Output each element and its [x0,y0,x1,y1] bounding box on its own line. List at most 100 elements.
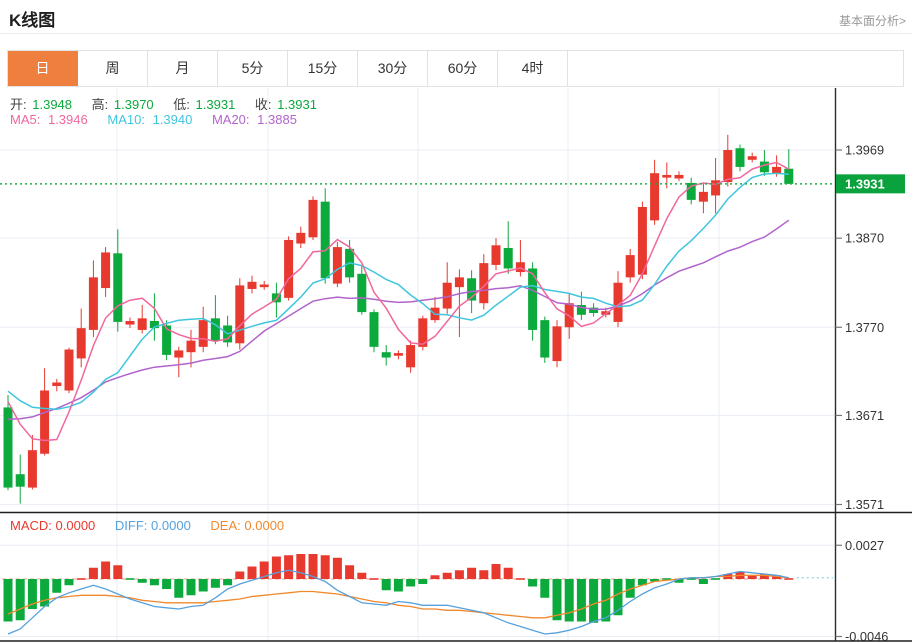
open-value: 1.3948 [32,97,73,112]
ma20-line [7,219,790,421]
tab-week[interactable]: 周 [78,51,148,86]
macd-bar [113,565,123,579]
macd-bar [64,579,74,586]
macd-bar [393,579,403,592]
fundamental-analysis-link[interactable]: 基本面分析> [839,12,906,29]
tab-month[interactable]: 月 [148,51,218,86]
macd-bar [479,570,489,579]
candle [454,277,464,288]
macd-bar [210,579,220,588]
diff-value: 0.0000 [151,518,191,533]
open-label: 开: [10,97,27,112]
macd-bar [369,578,379,580]
macd-bar [247,566,257,579]
macd-bar [271,556,281,579]
candle [40,390,50,454]
macd-bar [320,555,330,579]
candle [332,247,342,284]
macd-value: 0.0000 [55,518,96,533]
candle [759,161,769,173]
tab-5min[interactable]: 5分 [218,51,288,86]
candle [113,253,123,322]
candle [406,345,416,368]
ma20-value: 1.3885 [257,112,297,127]
candle [784,168,794,184]
candle [772,166,782,174]
candle [27,450,37,488]
candle [101,252,111,289]
macd-bar [528,579,538,587]
macd-bar [125,578,135,580]
macd-bar [442,572,452,579]
macd-bar [503,567,513,579]
macd-bar [564,579,574,622]
candle [393,353,403,356]
macd-bar [174,579,184,598]
ma5-label: MA5: [10,112,41,127]
macd-row: MACD: 0.0000 DIFF: 0.0000 DEA: 0.0000 [10,518,284,533]
candle [723,150,733,183]
candle [76,328,86,359]
candle [320,201,330,279]
ma-row: MA5: 1.3946 MA10: 1.3940 MA20: 1.3885 [10,112,297,127]
candle [674,174,684,179]
macd-bar [540,579,550,598]
header-divider [0,33,912,34]
candle [552,326,562,362]
diff-label: DIFF: [114,518,148,533]
macd-bar [235,571,245,579]
candle [637,207,647,275]
ma10-label: MA10: [107,112,145,127]
dea-value: 0.0000 [244,518,285,533]
macd-bar [149,579,159,586]
macd-bar [186,579,196,596]
ohlc-row: 开: 1.3948 高: 1.3970 低: 1.3931 收: 1.3931 [10,94,317,113]
macd-bar [454,570,464,579]
tab-15min[interactable]: 15分 [288,51,358,86]
macd-bar [162,579,172,589]
candle [540,320,550,358]
tab-4hour[interactable]: 4时 [498,51,568,86]
y-axis-label: 1.3770 [845,320,884,335]
candle [259,284,269,288]
macd-axis-label: 0.0027 [845,538,884,553]
close-label: 收: [254,97,272,112]
y-axis-label: 1.3571 [845,497,884,512]
macd-bar [15,579,25,621]
tab-60min[interactable]: 60分 [428,51,498,86]
macd-bar [381,579,391,591]
ma5-line [7,161,790,442]
candle [174,350,184,358]
interval-tabbar: 日 周 月 5分 15分 30分 60分 4时 [7,50,904,87]
page-title: K线图 [9,11,56,30]
macd-bar [515,578,525,580]
macd-bar [52,579,62,593]
candle [125,321,135,325]
close-value: 1.3931 [277,97,317,112]
macd-bar [101,561,111,579]
macd-bar [418,579,428,584]
macd-bar [711,578,721,580]
tab-30min[interactable]: 30分 [358,51,428,86]
candle [235,285,245,344]
candle [284,239,294,298]
macd-bar [784,578,794,580]
tab-day[interactable]: 日 [8,51,78,86]
candle [747,156,757,160]
candle [625,255,635,278]
macd-bar [698,579,708,584]
dea-label: DEA: [210,518,241,533]
high-value: 1.3970 [113,97,154,112]
candle [735,148,745,167]
candle [210,318,220,341]
candle [308,199,318,238]
macd-bar [3,579,13,622]
macd-bar [332,557,342,579]
candle [369,312,379,347]
candle [491,245,501,265]
low-label: 低: [173,97,190,112]
candle [381,352,391,358]
macd-bar [296,554,306,579]
y-axis-label: 1.3671 [845,408,884,423]
macd-axis-label: -0.0046 [845,629,888,644]
